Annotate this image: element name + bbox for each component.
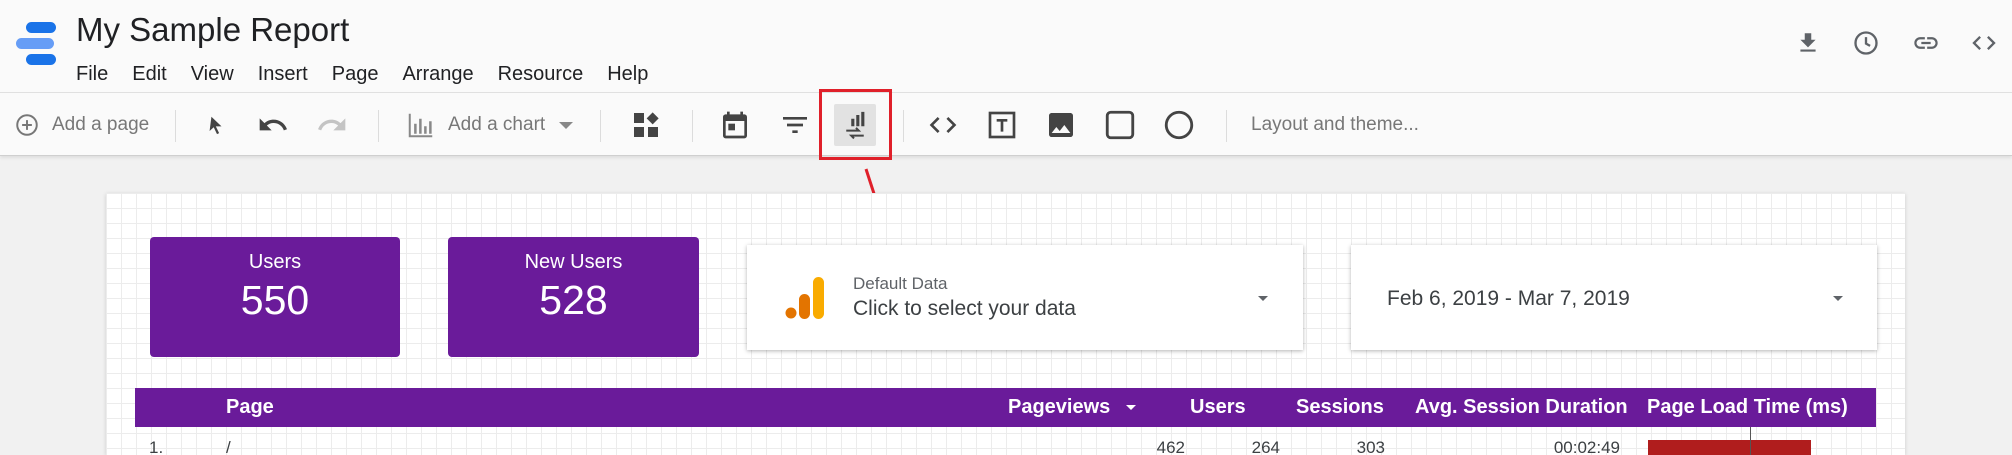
column-header-label: Pageviews <box>1008 396 1111 418</box>
cursor-icon[interactable] <box>195 104 237 146</box>
menu-help[interactable]: Help <box>595 60 660 88</box>
date-range-control[interactable]: Feb 6, 2019 - Mar 7, 2019 <box>1351 245 1877 350</box>
chevron-down-icon <box>1258 296 1268 301</box>
community-viz-icon[interactable] <box>625 104 667 146</box>
column-header-users[interactable]: Users <box>1190 388 1246 427</box>
data-control-prompt: Click to select your data <box>853 297 1076 320</box>
page-load-time-bar <box>1648 440 1811 455</box>
link-icon[interactable] <box>1911 28 1941 58</box>
column-header-page-load-time[interactable]: Page Load Time (ms) <box>1647 388 1848 427</box>
undo-icon[interactable] <box>252 104 294 146</box>
column-header-pageviews[interactable]: Pageviews <box>1008 388 1136 427</box>
rectangle-icon[interactable] <box>1099 104 1141 146</box>
embed-url-icon[interactable] <box>922 104 964 146</box>
row-avg-session-duration: 00:02:49 <box>1553 438 1620 455</box>
menu-page[interactable]: Page <box>320 60 391 88</box>
page-load-time-reference-line <box>1750 427 1751 455</box>
report-title[interactable]: My Sample Report <box>76 11 349 49</box>
table-header: Page Pageviews Users Sessions Avg. Sessi… <box>135 388 1876 427</box>
scorecard-value: 528 <box>539 277 608 323</box>
add-chart-label: Add a chart <box>448 114 546 135</box>
add-chart-button[interactable]: Add a chart <box>406 93 574 157</box>
row-sessions: 303 <box>1356 438 1385 455</box>
menu-edit[interactable]: Edit <box>120 60 178 88</box>
history-icon[interactable] <box>1851 28 1881 58</box>
menu-file[interactable]: File <box>64 60 120 88</box>
menu-insert[interactable]: Insert <box>246 60 320 88</box>
date-range-icon[interactable] <box>714 104 756 146</box>
row-pageviews: 462 <box>1156 438 1185 455</box>
toolbar-divider <box>692 110 693 142</box>
row-index: 1. <box>149 438 164 455</box>
toolbar-divider <box>378 110 379 142</box>
redo-icon[interactable] <box>311 104 353 146</box>
column-header-avg-session-duration[interactable]: Avg. Session Duration <box>1415 388 1628 427</box>
download-icon[interactable] <box>1793 28 1823 58</box>
highlight-annotation-box <box>819 89 892 160</box>
scorecard-users[interactable]: Users 550 <box>150 237 400 357</box>
toolbar-divider <box>600 110 601 142</box>
sort-descending-icon <box>1125 405 1136 411</box>
menu-bar: File Edit View Insert Page Arrange Resou… <box>64 60 660 88</box>
scorecard-label: Users <box>248 251 302 273</box>
bar-chart-icon <box>408 113 433 138</box>
embed-code-icon[interactable] <box>1969 28 1999 58</box>
chevron-down-icon <box>559 121 574 129</box>
chevron-down-icon <box>1833 296 1843 301</box>
analytics-icon <box>785 277 824 319</box>
column-header-sessions[interactable]: Sessions <box>1296 388 1384 427</box>
layout-theme-label: Layout and theme... <box>1251 114 1419 135</box>
image-icon[interactable] <box>1040 104 1082 146</box>
data-control-label: Default Data <box>853 274 948 293</box>
data-studio-logo[interactable] <box>12 18 60 68</box>
add-page-label: Add a page <box>52 114 150 135</box>
toolbar: Add a page Add a chart Layout and theme.… <box>0 92 2012 156</box>
scorecard-new-users[interactable]: New Users 528 <box>448 237 699 357</box>
toolbar-divider <box>175 110 176 142</box>
add-page-button[interactable]: Add a page <box>14 93 149 157</box>
add-circle-icon <box>16 114 38 136</box>
column-header-page[interactable]: Page <box>226 388 274 427</box>
menu-view[interactable]: View <box>179 60 246 88</box>
text-box-icon[interactable] <box>981 104 1023 146</box>
data-source-control[interactable]: Default Data Click to select your data <box>747 245 1303 350</box>
scorecard-value: 550 <box>240 277 310 323</box>
toolbar-divider <box>1226 110 1227 142</box>
scorecard-label: New Users <box>524 251 623 273</box>
app-header: My Sample Report File Edit View Insert P… <box>0 0 2012 92</box>
layout-theme-button[interactable]: Layout and theme... <box>1251 93 1419 157</box>
filter-icon[interactable] <box>774 104 816 146</box>
row-users: 264 <box>1251 438 1280 455</box>
circle-icon[interactable] <box>1158 104 1200 146</box>
row-page[interactable]: / <box>226 438 231 455</box>
toolbar-divider <box>903 110 904 142</box>
menu-arrange[interactable]: Arrange <box>390 60 485 88</box>
date-range-value: Feb 6, 2019 - Mar 7, 2019 <box>1387 287 1630 310</box>
menu-resource[interactable]: Resource <box>486 60 596 88</box>
